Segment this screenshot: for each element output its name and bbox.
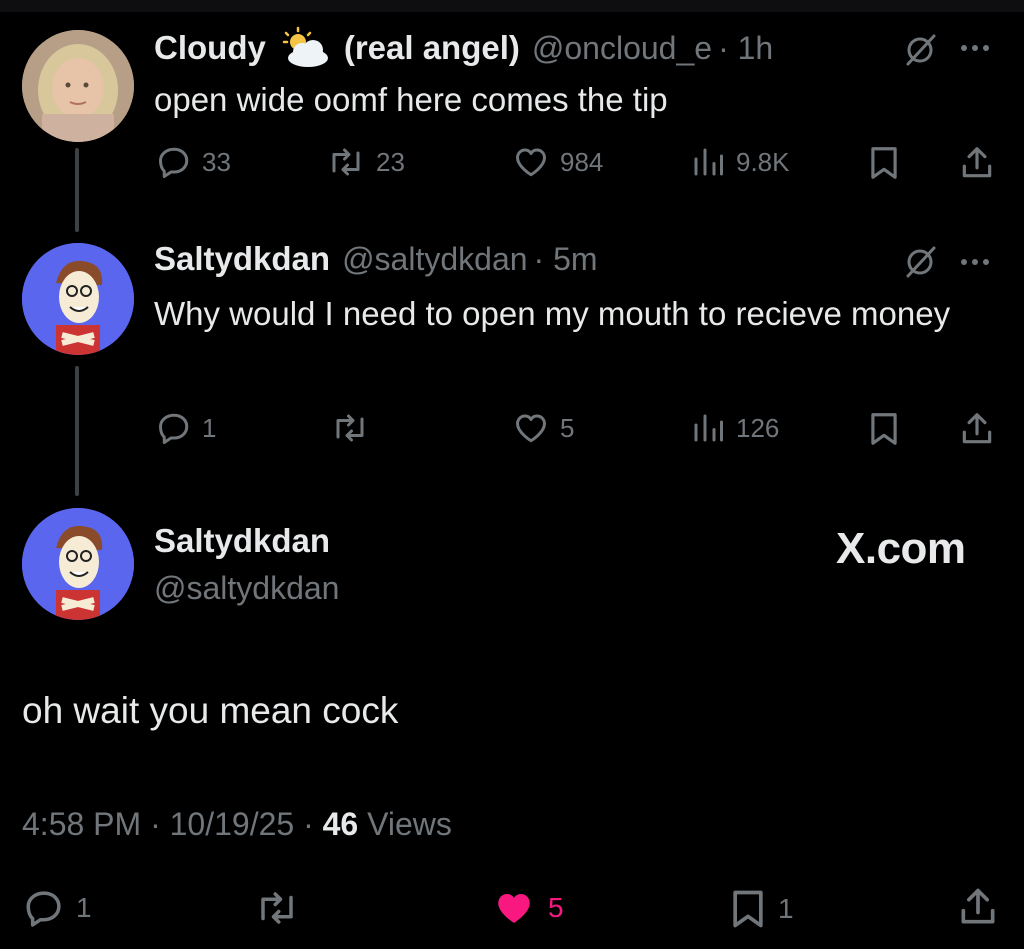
- reply-icon: [26, 891, 61, 927]
- tweet-text: oh wait you mean cock: [22, 690, 399, 731]
- views-button[interactable]: 9.8K: [690, 144, 790, 180]
- bookmark-button[interactable]: [867, 144, 901, 182]
- views-count: 9.8K: [736, 146, 790, 177]
- reply-count: 1: [202, 412, 217, 443]
- views-icon: [694, 414, 723, 442]
- share-icon: [962, 413, 992, 444]
- bookmark-button[interactable]: 1: [728, 887, 794, 931]
- grok-icon[interactable]: [900, 30, 940, 75]
- bookmark-button[interactable]: [867, 410, 901, 448]
- author-handle[interactable]: @oncloud_e: [532, 30, 712, 67]
- share-button[interactable]: [958, 410, 996, 448]
- repost-button[interactable]: [252, 887, 302, 929]
- tweet-meta: 4:58 PM · 10/19/25 · 46 Views: [22, 806, 452, 843]
- bookmark-count: 1: [778, 893, 794, 924]
- author-name[interactable]: Saltydkdan: [154, 240, 330, 278]
- reply-count: 33: [202, 146, 231, 177]
- tweet-date[interactable]: 10/19/25: [170, 806, 295, 842]
- tweet-text: open wide oomf here comes the tip: [154, 81, 668, 118]
- views-count: 126: [736, 412, 780, 443]
- avatar-cloudy[interactable]: [22, 30, 134, 142]
- like-count: 5: [560, 412, 575, 443]
- thread-line: [75, 366, 79, 496]
- like-button[interactable]: 5: [490, 887, 564, 929]
- watermark: X.com: [836, 524, 966, 573]
- thread-line: [75, 148, 79, 232]
- heart-icon: [516, 414, 546, 443]
- reply-icon: [159, 147, 189, 179]
- repost-button[interactable]: [330, 410, 370, 446]
- views-count[interactable]: 46: [323, 806, 359, 842]
- author-handle[interactable]: @saltydkdan: [154, 570, 339, 607]
- more-options-icon[interactable]: [961, 45, 989, 51]
- sun-behind-cloud-icon: [278, 26, 332, 70]
- bookmark-icon: [871, 413, 897, 445]
- views-label: Views: [367, 806, 452, 842]
- reply-button[interactable]: 1: [22, 887, 92, 929]
- like-button[interactable]: 5: [512, 410, 574, 446]
- repost-icon: [336, 414, 364, 442]
- tweet-timestamp[interactable]: 4:58 PM: [22, 806, 141, 842]
- heart-icon: [516, 148, 546, 177]
- author-name-suffix: (real angel): [343, 29, 520, 66]
- like-button[interactable]: 984: [512, 144, 603, 180]
- tweet-time[interactable]: · 1h: [718, 30, 773, 67]
- like-count: 984: [560, 146, 604, 177]
- heart-filled-icon: [498, 894, 530, 923]
- tweet-text: Why would I need to open my mouth to rec…: [154, 295, 951, 332]
- views-button[interactable]: 126: [690, 410, 779, 446]
- repost-button[interactable]: 23: [326, 144, 405, 180]
- views-icon: [694, 148, 723, 176]
- share-button[interactable]: [956, 885, 1000, 929]
- separator: ·: [303, 806, 323, 842]
- bookmark-icon: [733, 890, 763, 928]
- share-button[interactable]: [958, 144, 996, 182]
- more-options-icon[interactable]: [961, 259, 989, 265]
- reply-count: 1: [76, 892, 92, 923]
- like-count: 5: [548, 892, 564, 923]
- separator: ·: [150, 806, 170, 842]
- reply-button[interactable]: 33: [156, 144, 231, 180]
- reply-button[interactable]: 1: [156, 410, 216, 446]
- author-handle[interactable]: @saltydkdan: [342, 241, 527, 278]
- share-icon: [962, 147, 992, 178]
- repost-icon: [261, 892, 293, 924]
- bookmark-icon: [871, 147, 897, 179]
- repost-count: 23: [376, 146, 405, 177]
- grok-icon[interactable]: [900, 242, 940, 287]
- share-icon: [961, 888, 995, 924]
- tweet-time[interactable]: · 5m: [534, 241, 598, 278]
- avatar-saltydkdan[interactable]: [22, 508, 134, 620]
- top-bar: [0, 0, 1024, 12]
- author-name[interactable]: Cloudy: [154, 29, 266, 67]
- repost-icon: [332, 148, 360, 176]
- author-name[interactable]: Saltydkdan: [154, 522, 330, 560]
- avatar-saltydkdan[interactable]: [22, 243, 134, 355]
- reply-icon: [159, 413, 189, 445]
